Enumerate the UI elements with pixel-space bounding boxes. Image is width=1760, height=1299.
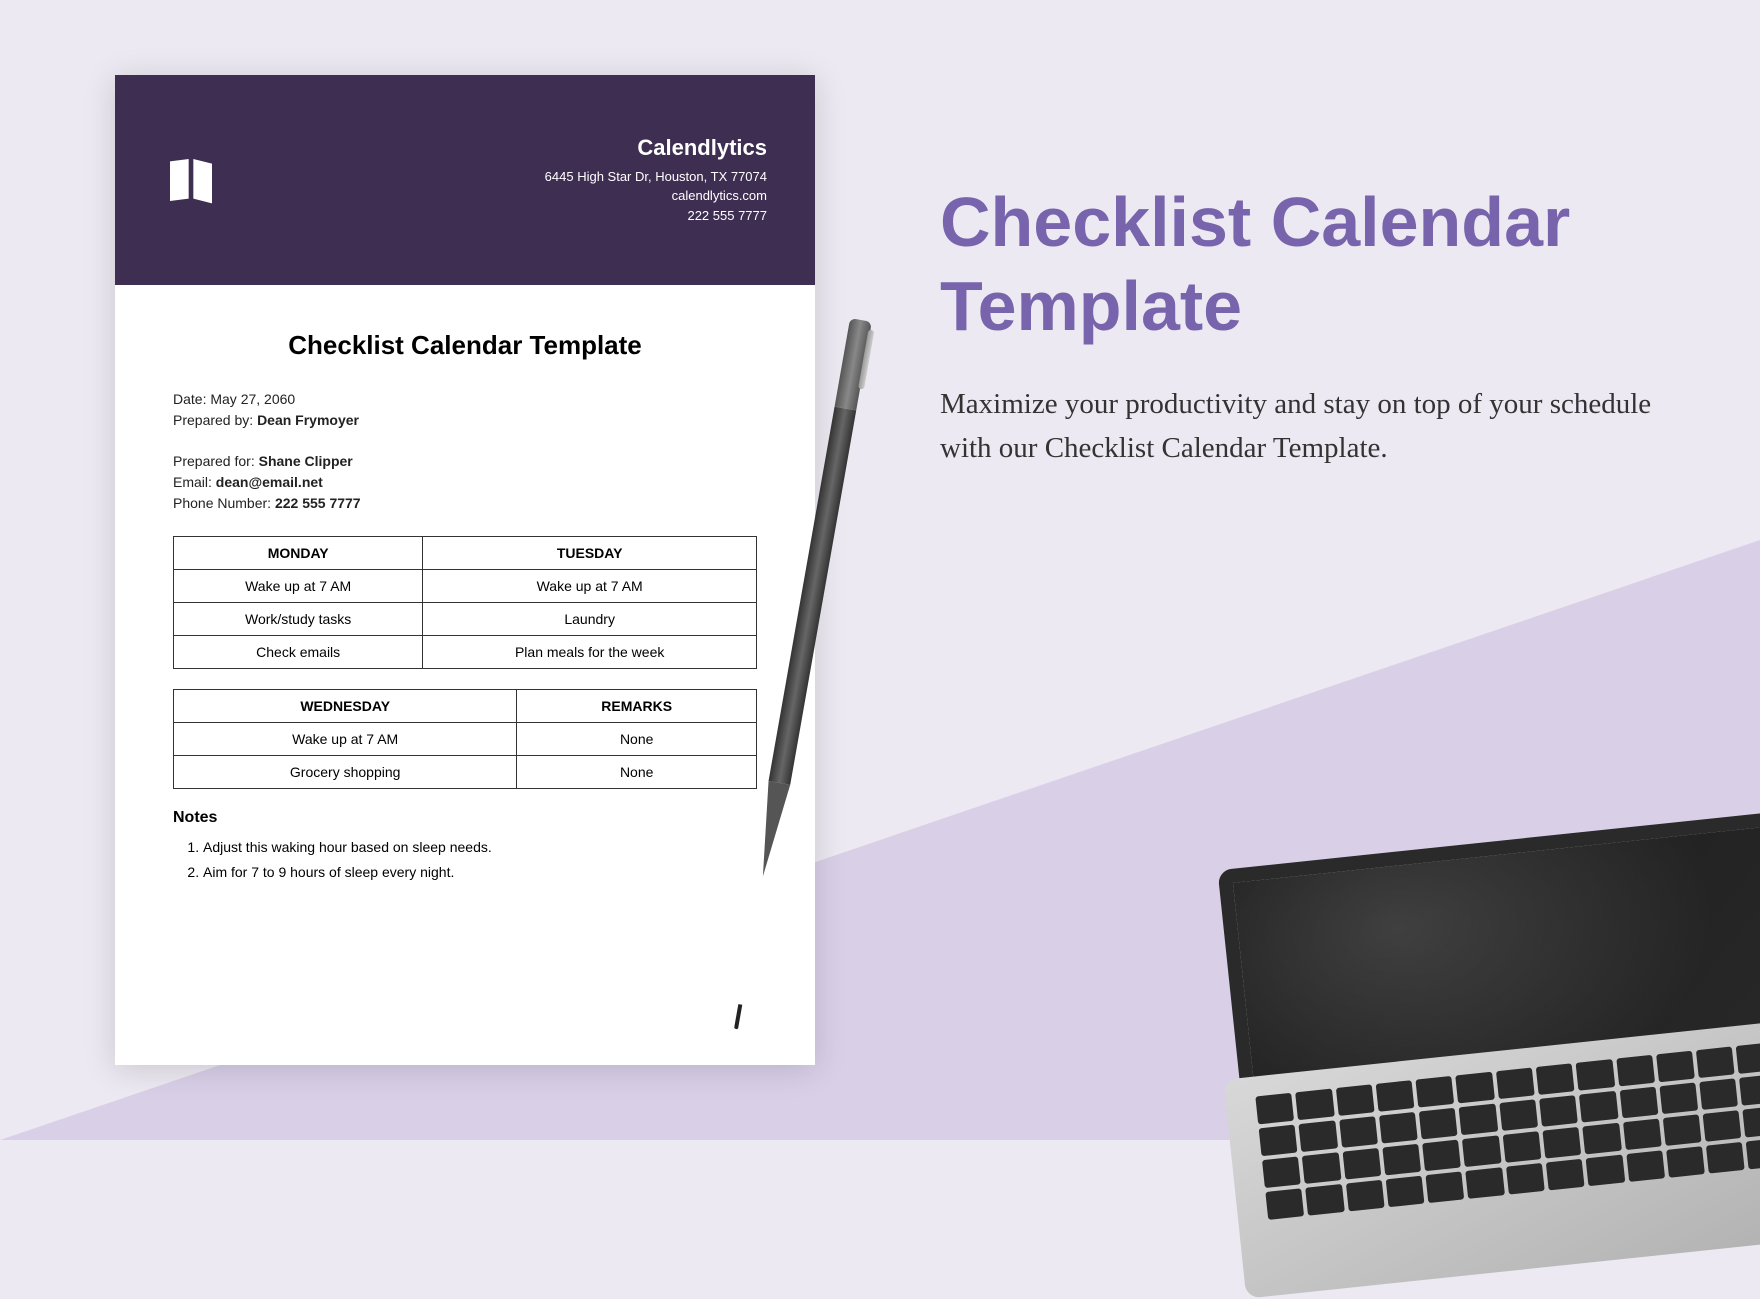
table-row: Work/study tasks Laundry [174, 603, 757, 636]
notes-list: Adjust this waking hour based on sleep n… [173, 835, 757, 885]
hero-description: Maximize your productivity and stay on t… [940, 383, 1700, 470]
company-info: Calendlytics 6445 High Star Dr, Houston,… [545, 135, 767, 226]
table1-cell: Wake up at 7 AM [174, 570, 423, 603]
table2-cell: Wake up at 7 AM [174, 723, 517, 756]
table-row: Wake up at 7 AM None [174, 723, 757, 756]
notes-section: Notes Adjust this waking hour based on s… [173, 809, 757, 885]
table1-cell: Work/study tasks [174, 603, 423, 636]
laptop-decoration [1220, 810, 1760, 1290]
hero-text-block: Checklist Calendar Template Maximize you… [940, 180, 1700, 470]
book-icon [163, 152, 219, 208]
checklist-table-2: WEDNESDAY REMARKS Wake up at 7 AM None G… [173, 689, 757, 789]
prepared-by-label: Prepared by: [173, 412, 253, 428]
date-value: May 27, 2060 [210, 391, 295, 407]
note-item: Aim for 7 to 9 hours of sleep every nigh… [203, 860, 757, 885]
notes-heading: Notes [173, 809, 757, 827]
table2-cell: None [517, 723, 757, 756]
prepared-by-line: Prepared by: Dean Frymoyer [173, 412, 757, 428]
table1-cell: Check emails [174, 636, 423, 669]
table1-header-0: MONDAY [174, 537, 423, 570]
prepared-for-value: Shane Clipper [259, 453, 353, 469]
info-section-2: Prepared for: Shane Clipper Email: dean@… [173, 453, 757, 511]
table2-cell: Grocery shopping [174, 756, 517, 789]
info-section-1: Date: May 27, 2060 Prepared by: Dean Fry… [173, 391, 757, 428]
document-title: Checklist Calendar Template [173, 330, 757, 361]
date-line: Date: May 27, 2060 [173, 391, 757, 407]
prepared-for-line: Prepared for: Shane Clipper [173, 453, 757, 469]
checklist-table-1: MONDAY TUESDAY Wake up at 7 AM Wake up a… [173, 536, 757, 669]
table1-cell: Wake up at 7 AM [423, 570, 757, 603]
company-address: 6445 High Star Dr, Houston, TX 77074 [545, 167, 767, 187]
table-row: Grocery shopping None [174, 756, 757, 789]
table1-cell: Laundry [423, 603, 757, 636]
company-website: calendlytics.com [545, 186, 767, 206]
document-preview: Calendlytics 6445 High Star Dr, Houston,… [115, 75, 815, 1065]
table2-header-0: WEDNESDAY [174, 690, 517, 723]
table2-header-1: REMARKS [517, 690, 757, 723]
hero-title: Checklist Calendar Template [940, 180, 1700, 348]
date-label: Date: [173, 391, 206, 407]
phone-value: 222 555 7777 [275, 495, 361, 511]
email-line: Email: dean@email.net [173, 474, 757, 490]
document-body: Checklist Calendar Template Date: May 27… [115, 285, 815, 930]
company-phone: 222 555 7777 [545, 206, 767, 226]
company-name: Calendlytics [545, 135, 767, 161]
table2-cell: None [517, 756, 757, 789]
document-header: Calendlytics 6445 High Star Dr, Houston,… [115, 75, 815, 285]
prepared-for-label: Prepared for: [173, 453, 255, 469]
email-value: dean@email.net [216, 474, 323, 490]
prepared-by-value: Dean Frymoyer [257, 412, 359, 428]
table-row: Wake up at 7 AM Wake up at 7 AM [174, 570, 757, 603]
email-label: Email: [173, 474, 212, 490]
phone-label: Phone Number: [173, 495, 271, 511]
table1-cell: Plan meals for the week [423, 636, 757, 669]
table-row: Check emails Plan meals for the week [174, 636, 757, 669]
note-item: Adjust this waking hour based on sleep n… [203, 835, 757, 860]
table1-header-1: TUESDAY [423, 537, 757, 570]
phone-line: Phone Number: 222 555 7777 [173, 495, 757, 511]
